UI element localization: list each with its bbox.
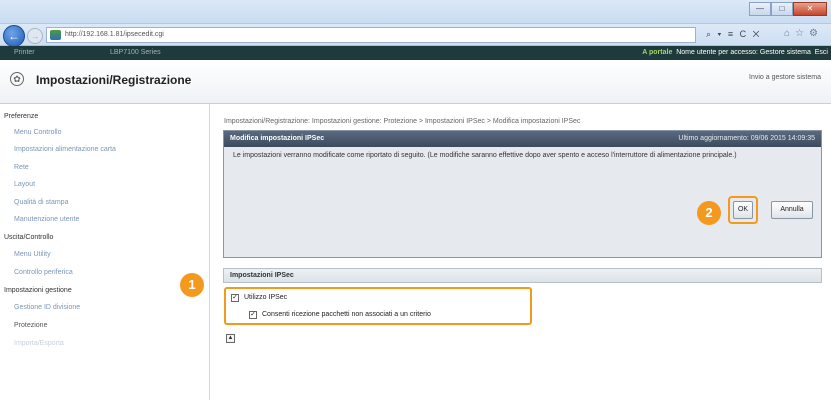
nav-item-layout[interactable]: Layout — [14, 181, 35, 188]
back-button[interactable]: ← — [3, 25, 25, 47]
step-badge-1: 1 — [180, 273, 204, 297]
ok-button[interactable]: OK — [733, 201, 753, 219]
window-buttons: — □ ✕ — [749, 2, 827, 16]
portal-right: A portale Nome utente per accesso: Gesto… — [642, 46, 828, 60]
allow-packets-checkbox[interactable]: ✓ — [249, 311, 257, 319]
user-label: Nome utente per accesso: — [676, 49, 758, 56]
nav-item-paper-feed[interactable]: Impostazioni alimentazione carta — [14, 146, 116, 153]
nav-item-import-export[interactable]: Importa/Esporta — [14, 340, 64, 347]
nav-item-print-quality[interactable]: Qualità di stampa — [14, 199, 68, 206]
nav-item-utility[interactable]: Menu Utility — [14, 251, 51, 258]
nav-item-device-control[interactable]: Controllo periferica — [14, 269, 73, 276]
printer-label: Printer — [14, 49, 35, 56]
use-ipsec-label: Utilizzo IPSec — [244, 294, 288, 301]
last-update: Ultimo aggiornamento: 09/06 2015 14:09:3… — [678, 135, 815, 142]
confirm-message: Le impostazioni verranno modificate come… — [233, 152, 737, 159]
left-nav: Preferenze Menu Controllo Impostazioni a… — [0, 104, 210, 400]
user-value: Gestore sistema — [759, 49, 811, 56]
forward-button[interactable]: → — [27, 28, 43, 44]
favorites-icon[interactable]: ☆ — [795, 28, 809, 39]
step-badge-2: 2 — [697, 201, 721, 225]
url-text: http://192.168.1.81/ipsecedit.cgi — [65, 31, 164, 38]
settings-logo-icon: ✿ — [10, 72, 24, 86]
close-window-button[interactable]: ✕ — [793, 2, 827, 16]
gear-icon[interactable]: ⚙ — [809, 28, 823, 39]
exit-link[interactable]: Esci — [815, 49, 828, 56]
cancel-button[interactable]: Annulla — [771, 201, 813, 219]
checkbox-highlight — [224, 287, 532, 325]
printer-model: LBP7100 Series — [110, 49, 161, 56]
home-icon[interactable]: ⌂ — [784, 28, 795, 39]
breadcrumb: Impostazioni/Registrazione: Impostazioni… — [224, 118, 581, 125]
nav-item-network[interactable]: Rete — [14, 164, 29, 171]
panel-header: Modifica impostazioni IPSec Ultimo aggio… — [224, 131, 821, 147]
address-tools[interactable]: ⌕ ▾ ≡ C ✕ — [706, 29, 761, 40]
page-top-icon[interactable]: ▲ — [226, 334, 235, 343]
nav-section-preferences: Preferenze — [4, 113, 39, 120]
window-titlebar: — □ ✕ — [0, 0, 831, 24]
app-header: ✿ Impostazioni/Registrazione Invio a ges… — [0, 60, 831, 104]
nav-section-output: Uscita/Controllo — [4, 234, 54, 241]
nav-item-division-id[interactable]: Gestione ID divisione — [14, 304, 80, 311]
allow-packets-label: Consenti ricezione pacchetti non associa… — [262, 311, 431, 318]
panel-title: Modifica impostazioni IPSec — [230, 135, 325, 142]
nav-section-management: Impostazioni gestione — [4, 287, 72, 294]
nav-item-security[interactable]: Protezione — [14, 322, 47, 329]
browser-icons[interactable]: ⌂☆⚙ — [784, 28, 823, 39]
nav-item-menu-controllo[interactable]: Menu Controllo — [14, 129, 61, 136]
maximize-button[interactable]: □ — [771, 2, 793, 16]
page-title: Impostazioni/Registrazione — [36, 73, 192, 87]
section-header: Impostazioni IPSec — [223, 268, 822, 283]
address-field[interactable]: http://192.168.1.81/ipsecedit.cgi — [46, 27, 696, 43]
portal-bar: Printer LBP7100 Series A portale Nome ut… — [0, 46, 831, 60]
favicon-icon — [50, 30, 61, 40]
nav-item-user-maintenance[interactable]: Manutenzione utente — [14, 216, 79, 223]
use-ipsec-checkbox[interactable]: ✓ — [231, 294, 239, 302]
minimize-button[interactable]: — — [749, 2, 771, 16]
browser-toolbar: ← → http://192.168.1.81/ipsecedit.cgi ⌕ … — [0, 24, 831, 47]
portal-link[interactable]: A portale — [642, 49, 672, 56]
send-to-admin-link[interactable]: Invio a gestore sistema — [749, 74, 821, 81]
